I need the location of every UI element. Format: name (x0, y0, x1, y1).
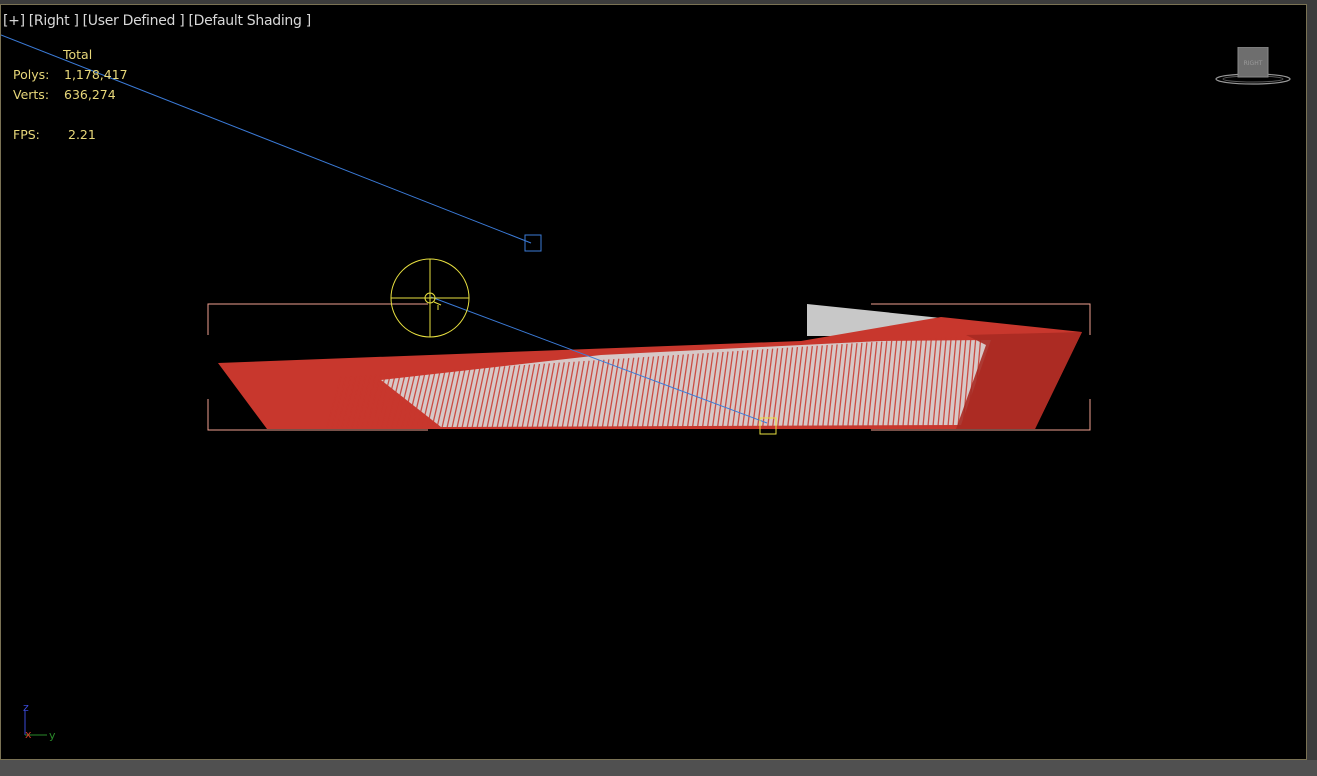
fps-label: FPS: (13, 127, 40, 142)
axis-tripod-icon: z x y (23, 701, 56, 742)
verts-label: Verts: (13, 87, 50, 102)
viewport-bottom-border (0, 760, 1317, 776)
stats-header: Total (63, 47, 93, 62)
light-gizmo-icon[interactable] (390, 258, 470, 338)
axis-y-label: y (49, 729, 56, 742)
polys-label: Polys: (13, 67, 50, 82)
viewport-shading-menu[interactable]: [Default Shading ] (188, 13, 311, 29)
viewport-label-menu[interactable]: [+] [Right ] [User Defined ] [Default Shadi… (3, 13, 315, 29)
viewport-right[interactable]: [+] [Right ] [User Defined ] [Default Shadi… (0, 4, 1307, 760)
axis-z-label: z (23, 701, 29, 714)
polys-value: 1,178,417 (64, 67, 128, 82)
viewport-plus-menu[interactable]: [+] (3, 13, 25, 29)
verts-value: 636,274 (64, 87, 116, 102)
camera-icon[interactable] (524, 234, 542, 252)
viewcube-icon[interactable]: RIGHT (1215, 47, 1295, 89)
viewport-user-defined-menu[interactable]: [User Defined ] (83, 13, 185, 29)
fps-value: 2.21 (68, 127, 96, 142)
viewport-view-menu[interactable]: [Right ] (29, 13, 79, 29)
viewport-right-border (1307, 0, 1317, 760)
viewport-scene[interactable] (1, 5, 1306, 759)
axis-x-label: x (25, 728, 32, 741)
viewcube-face-label: RIGHT (1244, 60, 1263, 67)
